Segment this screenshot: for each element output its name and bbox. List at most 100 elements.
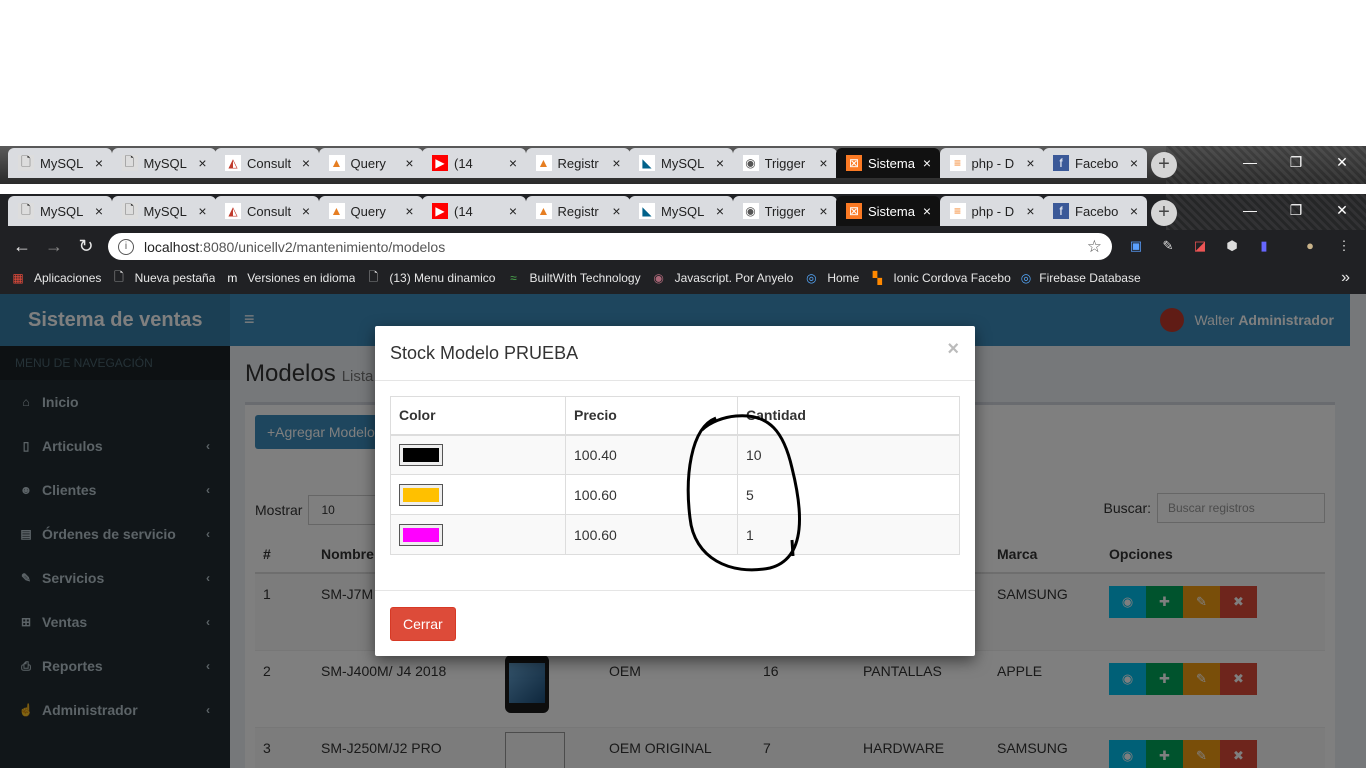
close-icon[interactable]: ×: [1024, 203, 1038, 219]
doc-icon: 🗋: [121, 203, 138, 219]
tab-8: ⊠ Sistema ×: [836, 148, 940, 178]
extension-icon[interactable]: ▣: [1126, 236, 1146, 256]
stock-table: Color Precio Cantidad 100.40 10 100.60 5 100…: [390, 396, 960, 555]
extension-icon[interactable]: ◪: [1190, 236, 1210, 256]
pen-icon[interactable]: ✎: [1158, 236, 1178, 256]
bookmark-item[interactable]: ▦ Aplicaciones: [10, 270, 101, 286]
tab-title: Query: [350, 203, 386, 219]
address-bar[interactable]: i localhost:8080/unicellv2/mantenimiento…: [108, 233, 1112, 260]
bookmark-label: Nueva pestaña: [134, 271, 216, 285]
cube-icon[interactable]: ⬢: [1222, 236, 1242, 256]
bookmark-icon: ◎: [806, 271, 817, 285]
bookmark-item[interactable]: ◎ Home: [803, 270, 859, 286]
tab-title: (14: [454, 155, 473, 171]
bookmark-item[interactable]: ▚ Ionic Cordova Facebo: [869, 270, 1011, 286]
col-color: Color: [390, 396, 566, 436]
window-max-icon[interactable]: ❐: [1276, 196, 1316, 224]
tab-10[interactable]: f Facebo ×: [1043, 196, 1147, 226]
reload-icon[interactable]: ↻: [74, 234, 98, 258]
tab-5[interactable]: ▲ Registr ×: [525, 196, 630, 226]
tab-8[interactable]: ⊠ Sistema ×: [836, 196, 940, 226]
tab-title: MySQL: [661, 155, 705, 171]
color-cell: [390, 474, 566, 515]
bookmark-icon: m: [227, 271, 238, 285]
back-icon[interactable]: ←: [10, 234, 34, 258]
close-icon: ×: [922, 155, 932, 171]
bookmark-icon: 🗋: [368, 270, 379, 284]
bookmark-label: Ionic Cordova Facebo: [893, 271, 1011, 285]
bookmark-label: Firebase Database +: [1039, 271, 1141, 285]
bookmark-label: (13) Menu dinamico: [389, 271, 496, 285]
bookmark-item[interactable]: 🗋 (13) Menu dinamico: [365, 270, 496, 286]
A-icon: ◭: [225, 155, 241, 171]
tab-9[interactable]: ≡ php - D ×: [939, 196, 1044, 226]
close-icon[interactable]: ×: [299, 203, 313, 219]
tab-title: Registr: [557, 203, 599, 219]
close-icon: ×: [715, 155, 725, 171]
close-icon[interactable]: ×: [610, 203, 624, 219]
close-icon[interactable]: ×: [92, 203, 106, 219]
close-icon[interactable]: ×: [506, 203, 520, 219]
tab-6[interactable]: ◣ MySQL ×: [629, 196, 733, 226]
doc-icon: 🗋: [18, 155, 34, 171]
close-icon[interactable]: ×: [947, 338, 959, 361]
more-bookmarks-icon[interactable]: »: [1341, 269, 1350, 287]
bookmark-item[interactable]: ◉ Javascript. Por Anyelo: [651, 270, 794, 286]
close-icon[interactable]: ×: [713, 203, 727, 219]
bookmark-item[interactable]: 🗋 Nueva pestaña: [111, 270, 215, 286]
flame-icon: ▲: [328, 203, 345, 219]
modal-title: Stock Modelo PRUEBA: [390, 343, 579, 363]
new-tab-icon[interactable]: +: [1151, 200, 1177, 226]
stock-row: 100.60 5: [390, 474, 960, 515]
doc-icon: 🗋: [18, 203, 34, 219]
tab-4[interactable]: ▶ (14 ×: [422, 196, 526, 226]
bookmark-item[interactable]: m Versiones en idioma: [225, 270, 355, 286]
tab-5: ▲ Registr ×: [525, 148, 630, 178]
close-icon[interactable]: ×: [920, 203, 934, 219]
xampp-icon: ⊠: [846, 155, 862, 171]
mysql-icon: ◣: [639, 203, 655, 219]
bookmark-icon: ▚: [872, 271, 882, 285]
bookmark-label: Home: [827, 271, 860, 285]
tab-2[interactable]: ◭ Consult ×: [215, 196, 319, 226]
bookmark-item[interactable]: ◎ Firebase Database +: [1021, 270, 1141, 286]
avatar[interactable]: ●: [1300, 236, 1320, 256]
forward-icon[interactable]: →: [42, 234, 66, 258]
tab-title: php - D: [971, 203, 1015, 219]
url-path: :8080/unicellv2/mantenimiento/modelos: [199, 238, 446, 255]
info-icon[interactable]: i: [118, 238, 134, 255]
tab-title: php - D: [971, 155, 1015, 171]
tab-title: MySQL: [661, 203, 705, 219]
window-min-icon[interactable]: —: [1230, 196, 1270, 224]
tab-1[interactable]: 🗋 MySQL ×: [111, 196, 216, 226]
tab-0[interactable]: 🗋 MySQL ×: [8, 196, 112, 226]
bookmark-label: Javascript. Por Anyelo: [674, 271, 794, 285]
fb-icon: f: [1053, 155, 1069, 171]
tab-title: MySQL: [143, 203, 187, 219]
tab-title: MySQL: [40, 155, 84, 171]
color-swatch: [399, 443, 443, 466]
close-icon[interactable]: ×: [817, 203, 831, 219]
extension-icon[interactable]: ▮: [1254, 236, 1274, 256]
tab-1: 🗋 MySQL ×: [111, 148, 216, 178]
close-icon: ×: [508, 155, 518, 171]
tab-title: Facebo: [1075, 203, 1119, 219]
doc-icon: 🗋: [121, 155, 138, 171]
star-icon[interactable]: ☆: [1087, 237, 1102, 257]
bookmark-item[interactable]: ≈ BuiltWith Technology: [505, 270, 640, 286]
color-swatch: [399, 523, 443, 546]
close-icon[interactable]: ×: [403, 203, 417, 219]
flame-icon: ▲: [535, 203, 552, 219]
close-icon[interactable]: ×: [196, 203, 210, 219]
close-icon: ×: [301, 155, 311, 171]
window-max-icon: ❐: [1289, 154, 1303, 170]
modal-header: Stock Modelo PRUEBA ×: [375, 326, 975, 381]
close-icon[interactable]: ×: [1127, 203, 1141, 219]
close-icon: ×: [819, 155, 828, 171]
window-close-icon[interactable]: ✕: [1322, 196, 1362, 224]
tab-3[interactable]: ▲ Query ×: [318, 196, 423, 226]
so-icon: ≡: [949, 203, 966, 219]
close-button[interactable]: Cerrar: [390, 607, 456, 641]
menu-icon[interactable]: ⋮: [1334, 236, 1354, 256]
tab-7[interactable]: ◉ Trigger ×: [732, 196, 837, 226]
